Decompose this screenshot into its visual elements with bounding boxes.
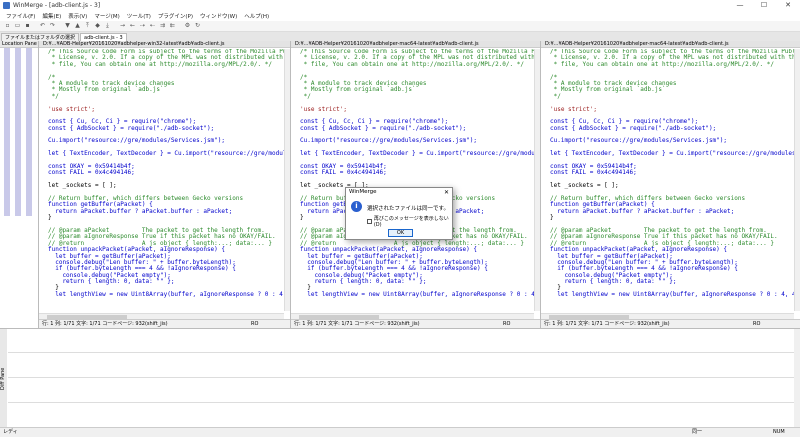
copy-right-icon[interactable]: → — [118, 22, 127, 30]
right-code-view[interactable]: /* This Source Code Form is subject to t… — [541, 49, 794, 311]
menu-tools[interactable]: ツール(T) — [127, 12, 151, 20]
diff-pane-row[interactable] — [8, 379, 794, 403]
status-bar: レディ 同一 NUM — [0, 427, 800, 436]
dialog-message: 選択されたファイルは同一です。 — [367, 206, 449, 212]
copy-right-advance-icon[interactable]: ⇢ — [138, 22, 147, 30]
toolbar: ▫ ▭ ▪ ↶ ↷ ▼ ▲ ⤒ ◆ ⤓ → ← ⇢ ⇠ ⇉ ⇇ ⚙ ↻ — [0, 21, 800, 32]
right-readonly-indicator: RO — [753, 321, 761, 327]
toolbar-separator — [178, 22, 182, 30]
location-bar-left[interactable] — [4, 48, 10, 216]
checkbox-box[interactable] — [367, 219, 372, 224]
title-bar: WinMerge - [adb-client.js - 3] — ☐ ✕ — [0, 0, 800, 11]
middle-code-view[interactable]: /* This Source Code Form is subject to t… — [291, 49, 534, 311]
middle-file-pane[interactable]: D:¥...¥ADB-Helper¥20161020¥adbhelper-mac… — [290, 41, 540, 328]
toolbar-separator — [58, 22, 62, 30]
diff-pane[interactable]: Diff Pane — [0, 328, 800, 428]
menu-edit[interactable]: 編集(E) — [42, 12, 61, 20]
left-file-pane[interactable]: D:¥...¥ADB-Helper¥20161020¥adbhelper-win… — [38, 41, 290, 328]
new-icon[interactable]: ▫ — [3, 22, 12, 30]
diff-pane-scrollbar[interactable] — [794, 329, 800, 428]
dialog-title-bar: WinMerge ✕ — [346, 188, 452, 197]
copy-left-icon[interactable]: ← — [128, 22, 137, 30]
right-file-pane[interactable]: D:¥...¥ADB-Helper¥20161020¥adbhelper-mac… — [540, 41, 800, 328]
left-status-text: 行: 1 列: 1/71 文字: 1/71 コードページ: 932(shift_… — [42, 321, 168, 327]
diff-pane-row[interactable] — [8, 404, 794, 428]
code-line[interactable]: * file, You can obtain one at http://moz… — [300, 61, 534, 68]
toolbar-separator — [33, 22, 37, 30]
left-readonly-indicator: RO — [251, 321, 259, 327]
info-icon: i — [351, 201, 362, 212]
window-title: WinMerge - [adb-client.js - 3] — [13, 2, 101, 9]
redo-icon[interactable]: ↷ — [48, 22, 57, 30]
minimize-button[interactable]: — — [728, 0, 752, 11]
code-line[interactable]: let lengthView = new Uint8Array(buffer, … — [550, 291, 794, 298]
code-line[interactable]: let { TextEncoder, TextDecoder } = Cu.im… — [48, 150, 284, 157]
code-line[interactable]: let lengthView = new Uint8Array(buffer, … — [48, 291, 284, 298]
code-line[interactable]: * file, You can obtain one at http://moz… — [48, 61, 284, 68]
refresh-icon[interactable]: ↻ — [193, 22, 202, 30]
open-folder-icon[interactable]: ▭ — [13, 22, 22, 30]
right-file-path: D:¥...¥ADB-Helper¥20161020¥adbhelper-mac… — [541, 41, 800, 48]
copy-all-left-icon[interactable]: ⇇ — [168, 22, 177, 30]
last-diff-icon[interactable]: ⤓ — [103, 22, 112, 30]
menu-help[interactable]: ヘルプ(H) — [244, 12, 269, 20]
copy-all-right-icon[interactable]: ⇉ — [158, 22, 167, 30]
middle-pane-status: 行: 1 列: 1/71 文字: 1/71 コードページ: 932(shift_… — [291, 319, 540, 328]
tab-bar: ファイルまたはフォルダの選択 adb-client.js - 3 — [0, 32, 800, 41]
diff-pane-row[interactable] — [8, 354, 794, 378]
code-line[interactable]: let lengthView = new Uint8Array(buffer, … — [300, 291, 534, 298]
maximize-button[interactable]: ☐ — [752, 0, 776, 11]
right-pane-status: 行: 1 列: 1/71 文字: 1/71 コードページ: 932(shift_… — [541, 319, 800, 328]
close-window-button[interactable]: ✕ — [776, 0, 800, 11]
menu-window[interactable]: ウィンドウ(W) — [200, 12, 237, 20]
undo-icon[interactable]: ↶ — [38, 22, 47, 30]
right-status-text: 行: 1 列: 1/71 文字: 1/71 コードページ: 932(shift_… — [544, 321, 670, 327]
status-ready: レディ — [3, 429, 18, 435]
ok-button[interactable]: OK — [388, 229, 413, 237]
dialog-close-button[interactable]: ✕ — [444, 188, 449, 197]
code-line[interactable]: * file, You can obtain one at http://moz… — [550, 61, 794, 68]
menu-bar: ファイル(F) 編集(E) 表示(V) マージ(M) ツール(T) プラグイン(… — [0, 11, 800, 21]
menu-file[interactable]: ファイル(F) — [6, 12, 35, 20]
menu-merge[interactable]: マージ(M) — [94, 12, 119, 20]
checkbox-label[interactable]: 再びこのメッセージを表示しない(D) — [374, 215, 452, 228]
tab-select-files[interactable]: ファイルまたはフォルダの選択 — [1, 33, 80, 41]
left-code-view[interactable]: /* This Source Code Form is subject to t… — [39, 49, 284, 311]
location-bar-right[interactable] — [26, 48, 32, 216]
middle-readonly-indicator: RO — [503, 321, 511, 327]
identical-files-dialog: WinMerge ✕ i 選択されたファイルは同一です。 再びこのメッセージを表… — [345, 187, 453, 240]
middle-status-text: 行: 1 列: 1/71 文字: 1/71 コードページ: 932(shift_… — [294, 321, 420, 327]
left-file-path: D:¥...¥ADB-Helper¥20161020¥adbhelper-win… — [39, 41, 290, 48]
location-pane-title: Location Pane — [0, 41, 38, 48]
diff-pane-label: Diff Pane — [0, 329, 7, 428]
location-bar-middle[interactable] — [15, 48, 21, 216]
options-icon[interactable]: ⚙ — [183, 22, 192, 30]
code-line[interactable]: let { TextEncoder, TextDecoder } = Cu.im… — [300, 150, 534, 157]
tab-adb-client[interactable]: adb-client.js - 3 — [80, 33, 127, 41]
middle-file-path: D:¥...¥ADB-Helper¥20161020¥adbhelper-mac… — [291, 41, 540, 48]
diff-pane-row[interactable] — [8, 329, 794, 353]
next-diff-icon[interactable]: ▼ — [63, 22, 72, 30]
location-pane[interactable] — [0, 48, 38, 328]
menu-plugins[interactable]: プラグイン(P) — [158, 12, 193, 20]
prev-diff-icon[interactable]: ▲ — [73, 22, 82, 30]
toolbar-separator — [113, 22, 117, 30]
left-pane-status: 行: 1 列: 1/71 文字: 1/71 コードページ: 932(shift_… — [39, 319, 290, 328]
dont-show-again-checkbox[interactable]: 再びこのメッセージを表示しない(D) — [367, 215, 452, 228]
code-line[interactable]: let { TextEncoder, TextDecoder } = Cu.im… — [550, 150, 794, 157]
copy-left-advance-icon[interactable]: ⇠ — [148, 22, 157, 30]
save-icon[interactable]: ▪ — [23, 22, 32, 30]
first-diff-icon[interactable]: ⤒ — [83, 22, 92, 30]
menu-view[interactable]: 表示(V) — [68, 12, 87, 20]
current-diff-icon[interactable]: ◆ — [93, 22, 102, 30]
winmerge-app-icon — [3, 2, 10, 9]
right-vertical-scrollbar[interactable] — [794, 49, 800, 311]
dialog-title: WinMerge — [349, 189, 377, 195]
